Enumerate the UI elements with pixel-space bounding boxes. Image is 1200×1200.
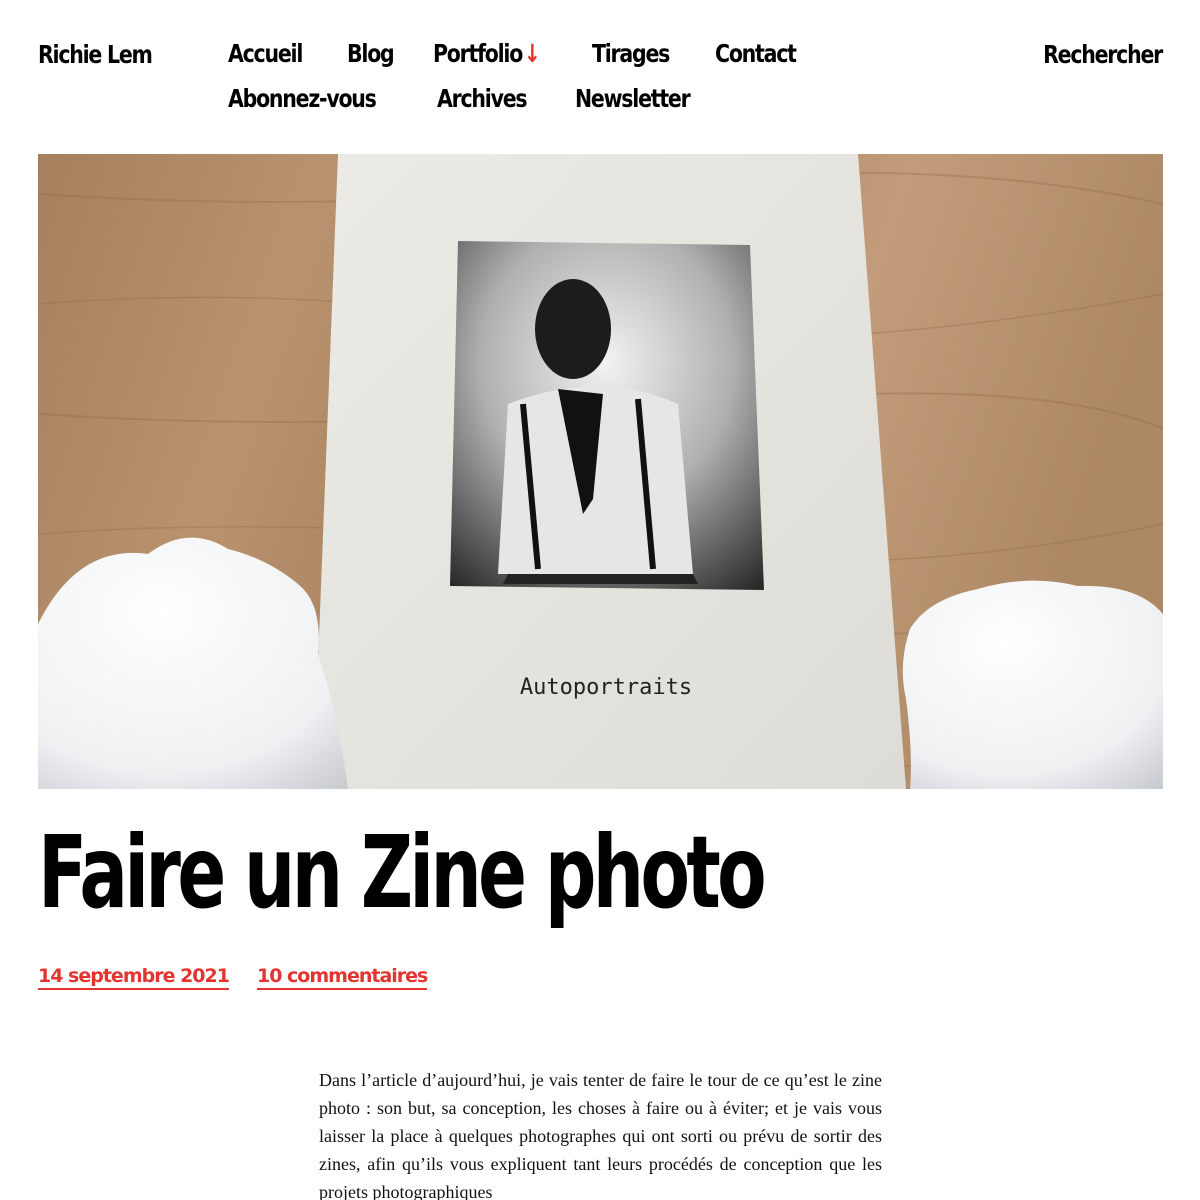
nav-link-abonnez-vous[interactable]: Abonnez-vous: [228, 85, 408, 112]
nav-link-label: Portfolio: [433, 39, 523, 68]
nav-link-label: Accueil: [228, 39, 303, 68]
nav-item-blog: Blog: [347, 40, 404, 71]
arrow-down-icon[interactable]: ↓: [524, 39, 541, 68]
featured-image: Autoportraits: [38, 154, 1163, 789]
nav-item-abonnez-vous: Abonnez-vous: [228, 85, 408, 116]
nav-item-archives: Archives: [437, 85, 546, 116]
nav-link-contact[interactable]: Contact: [715, 40, 813, 67]
nav-item-accueil: Accueil: [228, 40, 318, 71]
nav-link-archives[interactable]: Archives: [437, 85, 546, 112]
nav-menu: Accueil Blog Portfolio↓ Tirages Contact …: [228, 40, 988, 116]
nav-link-tirages[interactable]: Tirages: [592, 40, 686, 67]
nav-link-newsletter[interactable]: Newsletter: [575, 85, 715, 112]
nav-item-contact: Contact: [715, 40, 813, 71]
cover-title: Autoportraits: [520, 675, 692, 700]
nav-link-label: Abonnez-vous: [228, 84, 377, 113]
post-comments-link[interactable]: 10 commentaires: [256, 964, 428, 990]
post-intro-paragraph: Dans l’article d’aujourd’hui, je vais te…: [319, 1070, 882, 1200]
post-content: Dans l’article d’aujourd’hui, je vais te…: [319, 1066, 882, 1200]
featured-image-illustration: Autoportraits: [38, 154, 1163, 789]
site-header: Richie Lem Accueil Blog Portfolio↓ Tirag…: [0, 0, 1200, 140]
main-navigation: Accueil Blog Portfolio↓ Tirages Contact …: [228, 40, 988, 116]
nav-item-tirages: Tirages: [592, 40, 686, 71]
nav-item-newsletter: Newsletter: [575, 85, 715, 116]
nav-link-label: Contact: [715, 39, 797, 68]
nav-link-portfolio[interactable]: Portfolio↓: [433, 40, 563, 67]
site-title-link[interactable]: Richie Lem: [38, 40, 153, 69]
nav-link-label: Tirages: [592, 39, 670, 68]
post-date-link[interactable]: 14 septembre 2021: [38, 964, 230, 990]
post-date: 14 septembre 2021: [38, 965, 230, 987]
nav-link-accueil[interactable]: Accueil: [228, 40, 318, 67]
nav-link-label: Archives: [437, 84, 528, 113]
nav-link-label: Newsletter: [575, 84, 691, 113]
search-toggle-button[interactable]: Rechercher: [1043, 40, 1163, 69]
post-meta: 14 septembre 2021 10 commentaires: [38, 964, 428, 990]
nav-link-label: Blog: [347, 39, 395, 68]
nav-item-portfolio: Portfolio↓: [433, 40, 563, 71]
post-comments-count: 10 commentaires: [256, 965, 428, 987]
post-title: Faire un Zine photo: [38, 814, 767, 931]
nav-link-blog[interactable]: Blog: [347, 40, 404, 67]
